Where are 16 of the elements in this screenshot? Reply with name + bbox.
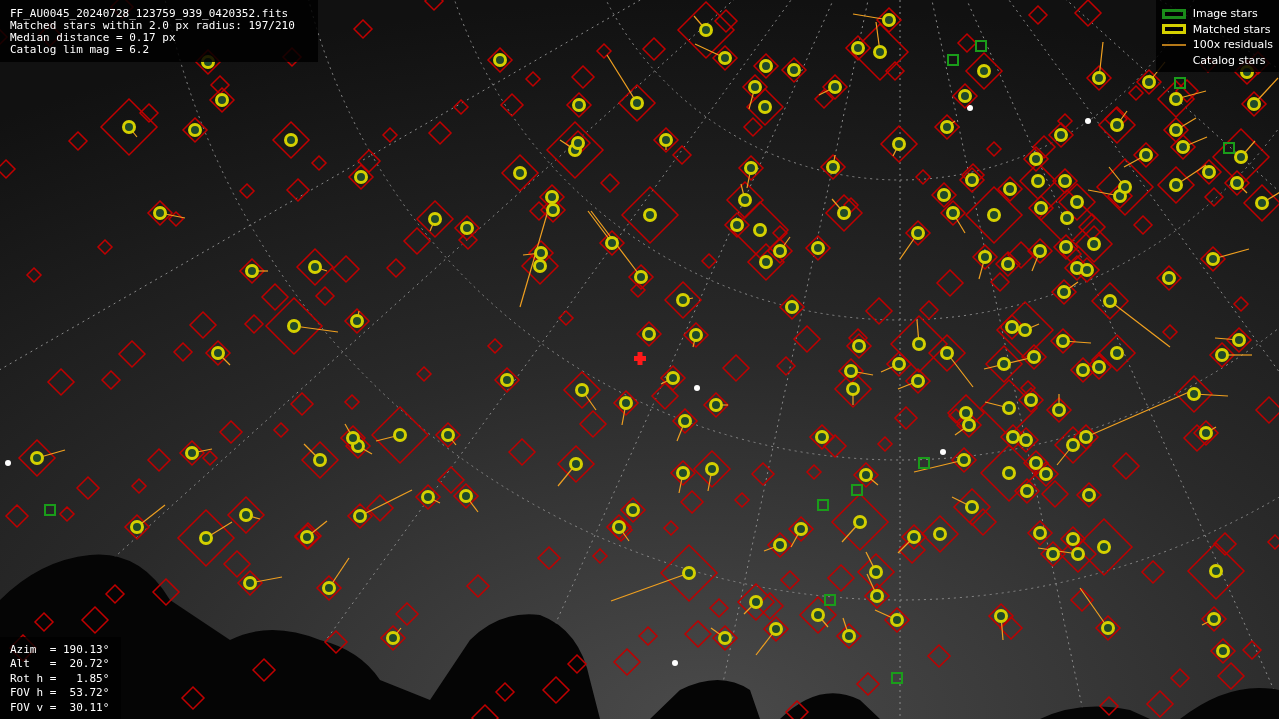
legend-label: 100x residuals <box>1192 37 1273 53</box>
info-text: Median distance = 0.17 px <box>10 32 177 44</box>
pointing-text: Rot h = 1.85° <box>10 671 110 686</box>
legend-label: Catalog stars <box>1192 52 1266 68</box>
legend-swatch-icon <box>1161 8 1186 19</box>
pointing-text: Alt = 20.72° <box>10 657 110 672</box>
info-text: FF_AU0045_20240728_123759_939_0420352.fits <box>10 8 290 20</box>
center-cross-icon <box>634 352 646 365</box>
legend-label: Image stars <box>1192 6 1258 22</box>
legend-swatch-icon <box>1161 24 1186 35</box>
pointing-text: FOV h = 53.72° <box>10 686 110 701</box>
info-text: Matched stars within 2.0 px radius: 197/210 <box>10 20 296 32</box>
pointing-text: Azim = 190.13° <box>10 642 110 657</box>
legend-label: Matched stars <box>1192 21 1271 37</box>
pointing-text: FOV v = 30.11° <box>10 700 110 715</box>
info-text: Catalog lim mag = 6.2 <box>10 44 151 56</box>
